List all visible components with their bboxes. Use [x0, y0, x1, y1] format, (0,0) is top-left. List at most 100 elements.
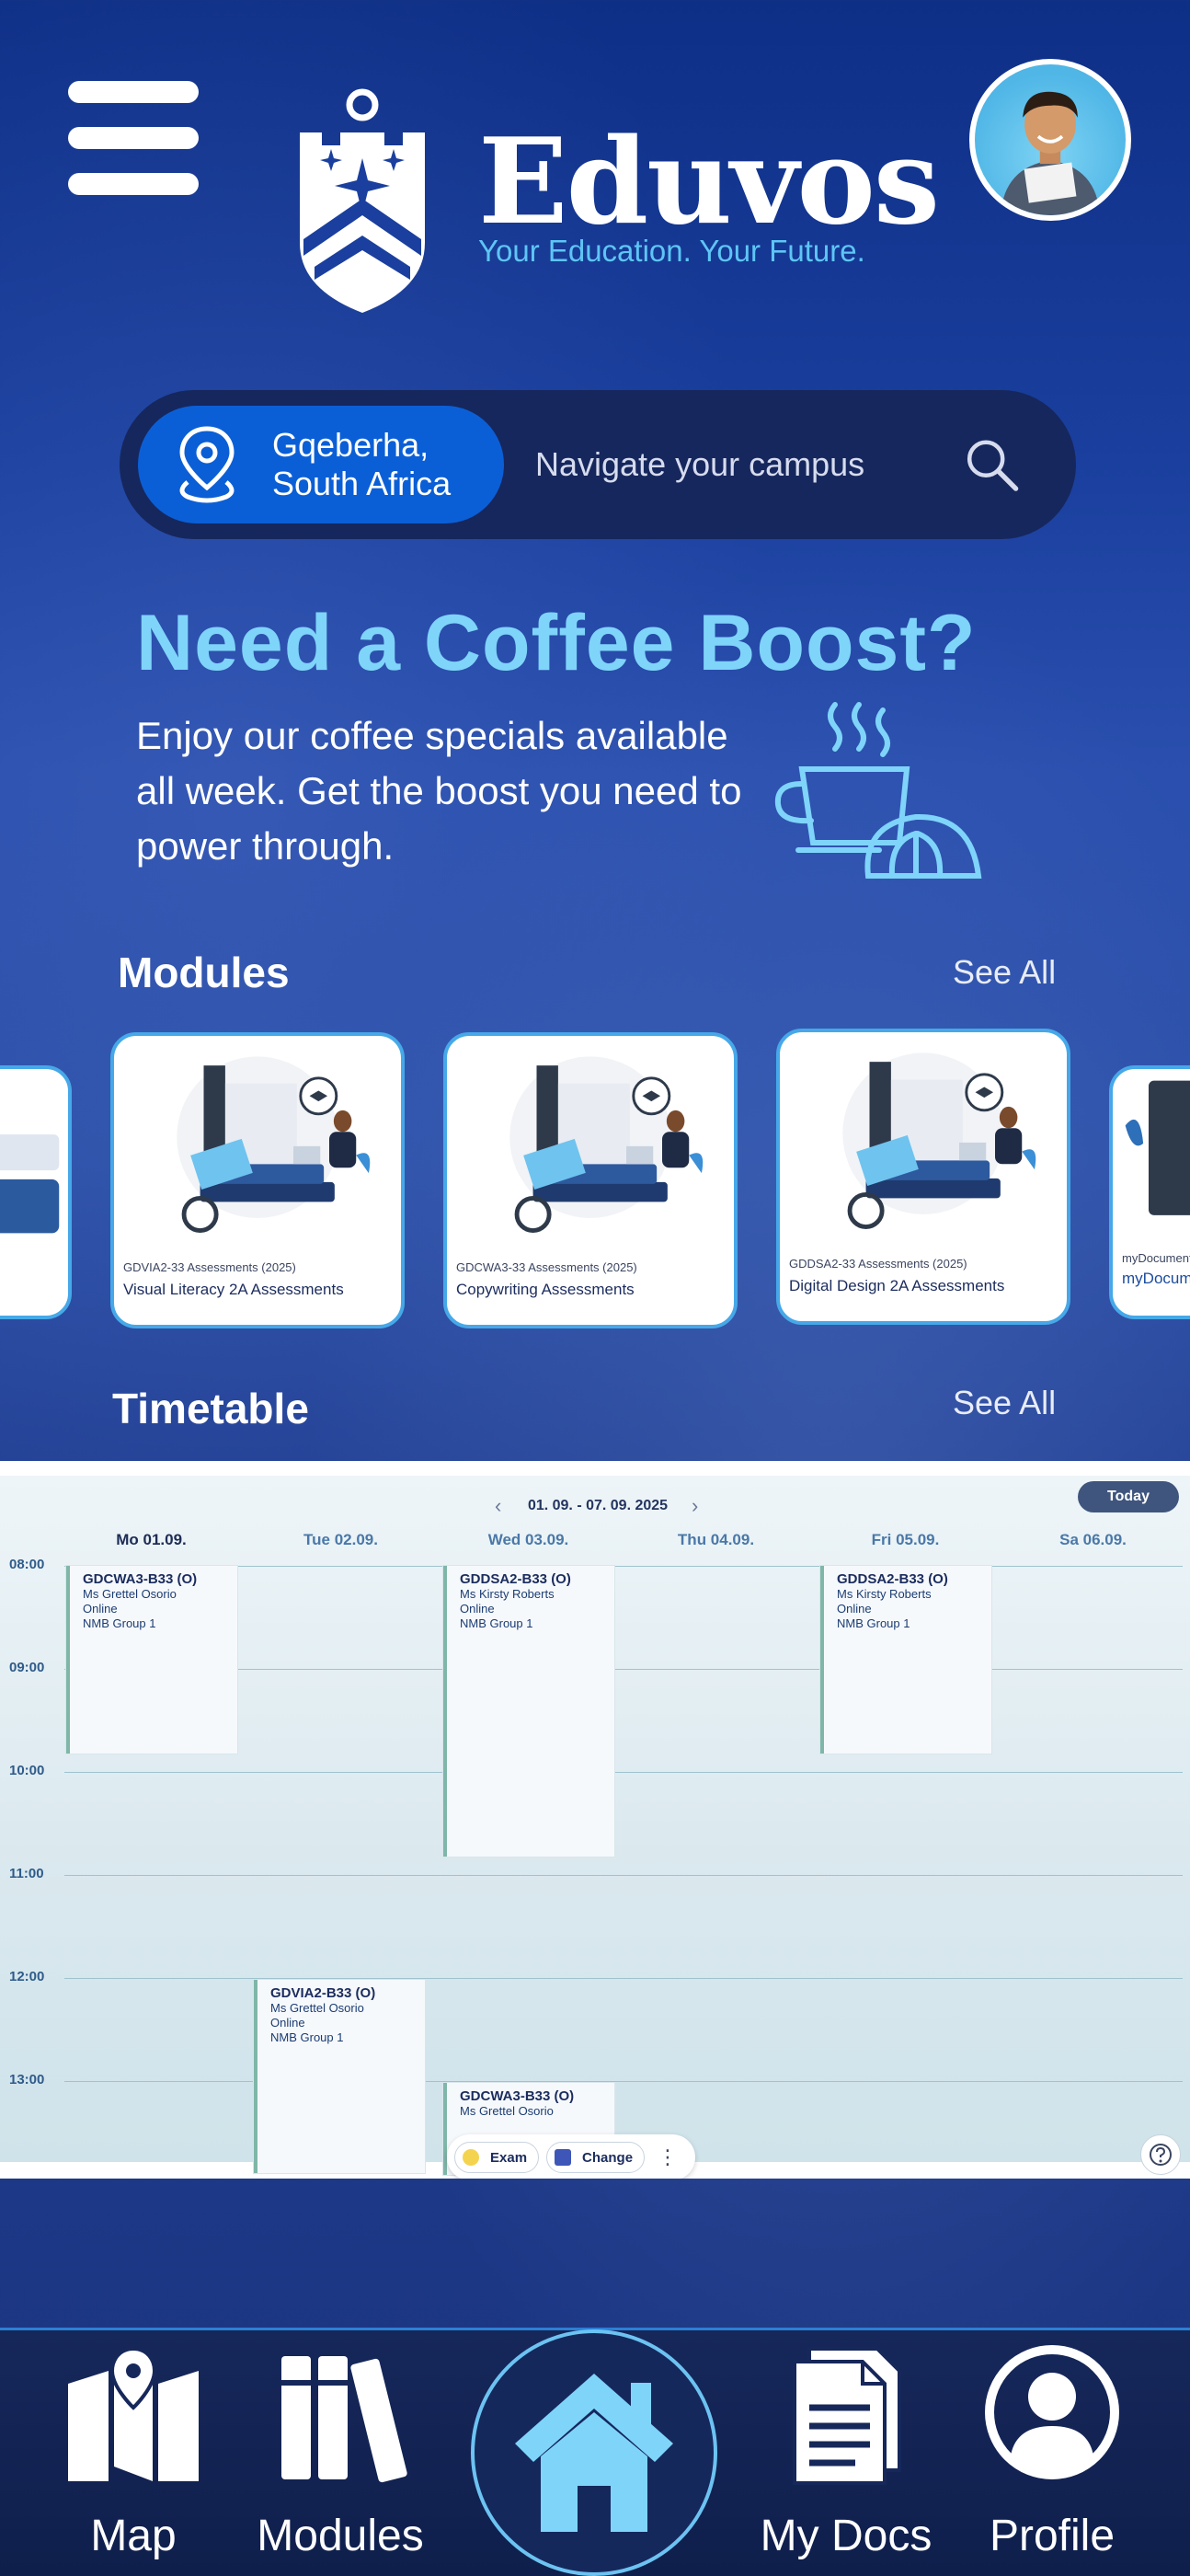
event-group: NMB Group 1 [837, 1616, 910, 1630]
module-card-mydocuments[interactable]: myDocuments myDocumen [1109, 1065, 1190, 1319]
brand-logo: Eduvos Your Education. Your Future. [294, 86, 940, 316]
location-pin-icon [179, 426, 235, 503]
module-card[interactable] [0, 1065, 72, 1319]
more-options-icon[interactable]: ⋮ [652, 2145, 683, 2169]
day-header-fri[interactable]: Fri 05.09. [811, 1531, 1000, 1549]
change-square-icon [555, 2149, 572, 2166]
event-group: NMB Group 1 [460, 1616, 533, 1630]
timetable-legend: Exam Change ⋮ [447, 2134, 695, 2179]
module-illustration [509, 1056, 704, 1233]
map-icon [68, 2347, 199, 2481]
module-card-visual-literacy[interactable]: GDVIA2-33 Assessments (2025) Visual Lite… [110, 1032, 405, 1328]
nav-profile[interactable]: Profile [960, 2330, 1144, 2576]
timetable-event[interactable]: GDDSA2-B33 (O) Ms Kirsty Roberts Online … [820, 1566, 991, 1754]
module-illustration [842, 1052, 1036, 1229]
event-mode: Online [83, 1602, 118, 1616]
promo-text: Enjoy our coffee specials available all … [136, 714, 742, 868]
hour-label: 10:00 [9, 1763, 45, 1778]
avatar-person-icon [1000, 91, 1101, 215]
timetable-title: Timetable [112, 1385, 309, 1432]
exam-dot-icon [463, 2149, 479, 2166]
nav-modules-label: Modules [257, 2512, 424, 2560]
event-code: GDCWA3-B33 (O) [460, 2088, 575, 2104]
user-avatar[interactable] [969, 59, 1131, 221]
location-country: South Africa [272, 465, 452, 502]
modules-see-all-link[interactable]: See All [953, 953, 1056, 992]
module-name: Copywriting Assessments [456, 1281, 635, 1298]
campus-search-input[interactable] [535, 445, 963, 484]
help-icon[interactable] [1140, 2134, 1181, 2175]
event-mode: Online [460, 1602, 495, 1616]
nav-my-docs[interactable]: My Docs [745, 2330, 947, 2576]
today-button[interactable]: Today [1078, 1481, 1179, 1512]
event-mode: Online [270, 2016, 305, 2030]
day-header-thu[interactable]: Thu 04.09. [622, 1531, 810, 1549]
legend-change-label: Change [582, 2149, 634, 2166]
event-lecturer: Ms Kirsty Roberts [837, 1587, 932, 1601]
books-icon [281, 2356, 407, 2483]
legend-exam-label: Exam [490, 2149, 528, 2166]
home-icon [515, 2374, 673, 2532]
day-header-mon[interactable]: Mo 01.09. [57, 1531, 246, 1549]
module-name: Visual Literacy 2A Assessments [123, 1281, 344, 1298]
timetable-see-all-link[interactable]: See All [953, 1384, 1056, 1422]
week-range: 01. 09. - 07. 09. 2025 [527, 1498, 669, 1513]
module-card-copywriting[interactable]: GDCWA3-33 Assessments (2025) Copywriting… [443, 1032, 738, 1328]
event-code: GDCWA3-B33 (O) [83, 1571, 198, 1587]
crest-icon [300, 88, 425, 313]
campus-search-bar: Gqeberha, South Africa [120, 390, 1076, 539]
event-lecturer: Ms Grettel Osorio [83, 1587, 177, 1601]
event-group: NMB Group 1 [83, 1616, 156, 1630]
hamburger-menu-icon[interactable] [68, 81, 199, 195]
module-code: GDDSA2-33 Assessments (2025) [789, 1257, 967, 1271]
timetable-event[interactable]: GDCWA3-B33 (O) Ms Grettel Osorio Online … [66, 1566, 237, 1754]
nav-map[interactable]: Map [37, 2330, 230, 2576]
module-code: GDVIA2-33 Assessments (2025) [123, 1260, 296, 1274]
coffee-croissant-icon [774, 702, 982, 879]
location-city: Gqeberha, [272, 426, 429, 464]
profile-icon [985, 2345, 1119, 2479]
modules-carousel[interactable]: GDVIA2-33 Assessments (2025) Visual Lite… [0, 1029, 1190, 1332]
module-illustration [0, 1134, 60, 1234]
hour-label: 08:00 [9, 1557, 45, 1572]
timetable-event[interactable]: GDVIA2-B33 (O) Ms Grettel Osorio Online … [254, 1980, 425, 2173]
event-code: GDDSA2-B33 (O) [837, 1571, 948, 1587]
module-code: GDCWA3-33 Assessments (2025) [456, 1260, 637, 1274]
nav-modules[interactable]: Modules [248, 2330, 432, 2576]
event-mode: Online [837, 1602, 872, 1616]
event-group: NMB Group 1 [270, 2030, 344, 2044]
event-code: GDVIA2-B33 (O) [270, 1985, 376, 2001]
event-lecturer: Ms Grettel Osorio [270, 2001, 364, 2015]
timetable-widget: ‹ 01. 09. - 07. 09. 2025 › Today Mo 01.0… [0, 1461, 1190, 2179]
event-lecturer: Ms Kirsty Roberts [460, 1587, 555, 1601]
module-code: myDocuments [1122, 1251, 1190, 1265]
timetable-grid: ‹ 01. 09. - 07. 09. 2025 › Today Mo 01.0… [0, 1476, 1190, 2179]
brand-tagline: Your Education. Your Future. [478, 234, 865, 268]
hour-label: 13:00 [9, 2072, 45, 2087]
day-header-wed[interactable]: Wed 03.09. [434, 1531, 623, 1549]
promo-title: Need a Coffee Boost? [136, 599, 977, 687]
module-name: Digital Design 2A Assessments [789, 1277, 1005, 1294]
legend-exam-chip[interactable]: Exam [454, 2142, 540, 2173]
next-week-icon[interactable]: › [692, 1494, 698, 1518]
module-name: myDocumen [1122, 1270, 1190, 1287]
hour-label: 12:00 [9, 1969, 45, 1984]
modules-title: Modules [118, 949, 290, 996]
nav-map-label: Map [90, 2512, 177, 2560]
timetable-event[interactable]: GDDSA2-B33 (O) Ms Kirsty Roberts Online … [443, 1566, 614, 1857]
day-header-sat[interactable]: Sa 06.09. [999, 1531, 1187, 1549]
module-illustration [177, 1056, 371, 1233]
day-header-tue[interactable]: Tue 02.09. [246, 1531, 435, 1549]
documents-icon [793, 2347, 901, 2485]
hour-label: 09:00 [9, 1660, 45, 1675]
search-icon[interactable] [963, 432, 1021, 497]
hour-label: 11:00 [9, 1866, 44, 1881]
event-lecturer: Ms Grettel Osorio [460, 2104, 554, 2118]
brand-name: Eduvos [478, 113, 940, 251]
location-selector[interactable]: Gqeberha, South Africa [138, 406, 504, 523]
nav-home-button[interactable] [471, 2329, 717, 2576]
module-card-digital-design[interactable]: GDDSA2-33 Assessments (2025) Digital Des… [776, 1029, 1070, 1325]
legend-change-chip[interactable]: Change [546, 2142, 646, 2173]
event-code: GDDSA2-B33 (O) [460, 1571, 571, 1587]
nav-profile-label: Profile [989, 2512, 1116, 2560]
